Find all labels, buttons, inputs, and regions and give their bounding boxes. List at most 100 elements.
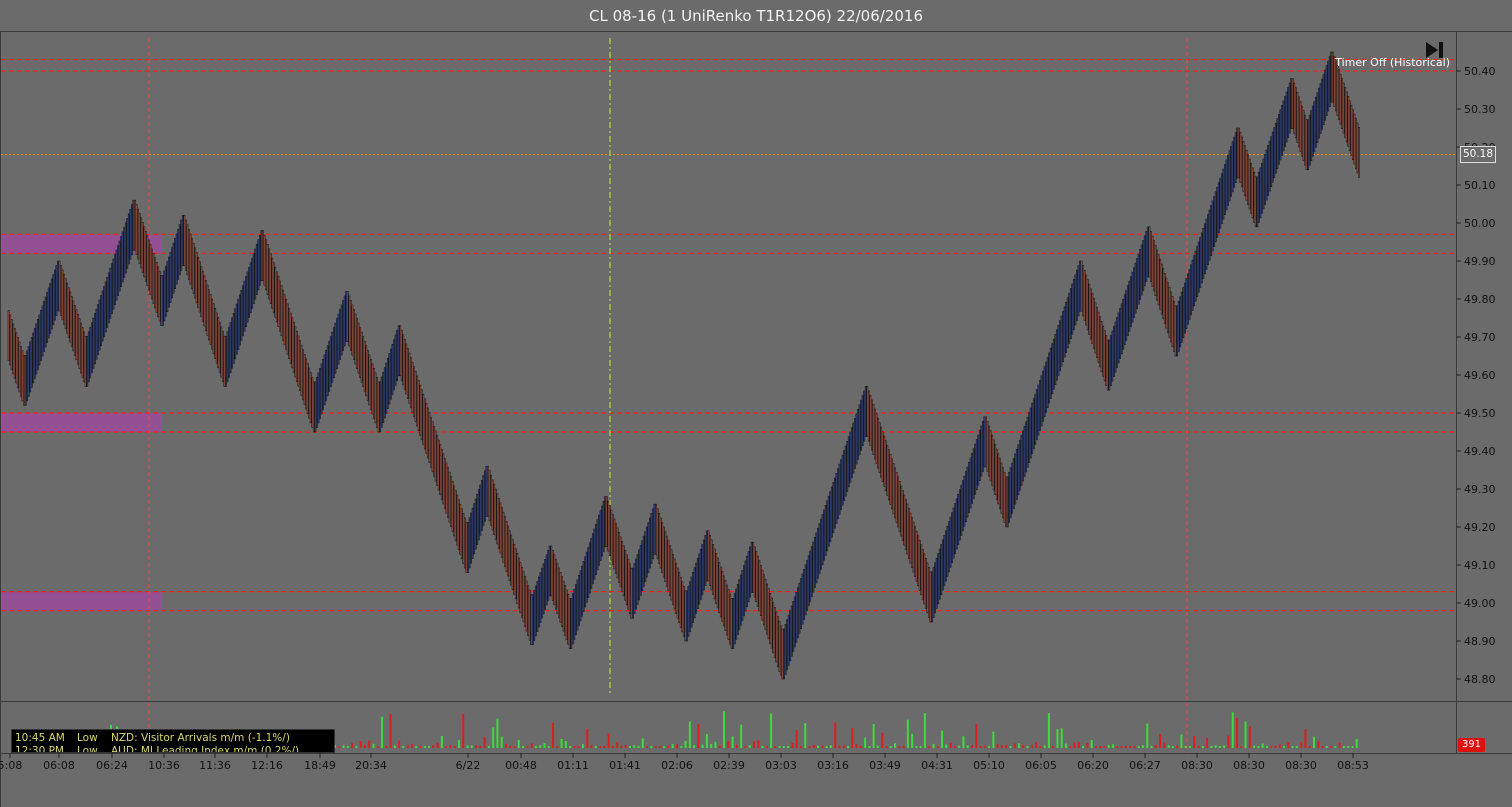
up-bar — [689, 581, 691, 633]
up-bar — [336, 318, 338, 369]
down-bar — [186, 224, 189, 276]
up-bar — [598, 514, 600, 566]
volume-bar — [748, 745, 751, 748]
down-bar — [198, 261, 201, 313]
down-bar — [1358, 127, 1360, 178]
up-bar — [1048, 352, 1051, 404]
up-bar — [958, 489, 961, 541]
volume-bar — [941, 730, 944, 748]
volume-bar — [778, 745, 781, 748]
down-bar — [208, 289, 210, 341]
up-bar — [1271, 131, 1274, 183]
up-bar — [1031, 403, 1034, 454]
down-bar — [197, 256, 200, 308]
down-bar — [891, 458, 893, 510]
down-bar — [1305, 119, 1308, 171]
volume-bar — [1231, 712, 1234, 748]
up-bar — [473, 503, 476, 555]
down-bar — [192, 242, 195, 294]
up-bar — [945, 530, 947, 582]
y-tick-label: 49.80 — [1464, 293, 1496, 306]
volume-bar — [342, 745, 345, 748]
up-bar — [1234, 132, 1237, 184]
up-bar — [750, 541, 753, 593]
up-bar — [789, 610, 792, 662]
volume-bar — [637, 745, 640, 748]
up-bar — [650, 513, 653, 564]
down-bar — [285, 299, 287, 350]
up-bar — [1200, 232, 1203, 284]
down-bar — [778, 620, 781, 672]
up-bar — [695, 562, 698, 614]
up-bar — [1191, 259, 1194, 311]
y-tick-label: 50.10 — [1464, 179, 1496, 192]
renko-chart[interactable]: 50.4050.3050.2050.1050.0049.9049.8049.70… — [0, 0, 1512, 807]
up-bar — [585, 551, 588, 603]
up-bar — [1281, 105, 1283, 156]
up-bar — [946, 525, 949, 577]
volume-bar — [765, 745, 768, 748]
up-bar — [838, 463, 841, 515]
volume-bar — [868, 745, 871, 748]
down-bar — [499, 502, 502, 554]
down-bar — [221, 331, 224, 383]
down-bar — [665, 535, 668, 587]
volume-bar — [1274, 745, 1277, 748]
news-event: NZD: Visitor Arrivals m/m (-1.1%/) — [111, 732, 290, 744]
volume-bar — [911, 733, 914, 748]
up-bar — [1231, 141, 1234, 193]
down-bar — [399, 325, 402, 377]
down-bar — [1103, 330, 1106, 382]
down-bar — [194, 247, 197, 299]
up-bar — [46, 292, 49, 343]
volume-bar — [799, 745, 802, 748]
up-bar — [792, 601, 795, 652]
volume-bar — [847, 745, 849, 748]
news-ticker[interactable]: 10:45 AM Low NZD: Visitor Arrivals m/m (-1… — [11, 729, 335, 753]
up-bar — [1327, 60, 1330, 112]
volume-bar — [688, 721, 691, 748]
volume-bar — [363, 744, 366, 748]
down-bar — [550, 545, 553, 597]
down-bar — [924, 558, 927, 609]
up-bar — [790, 605, 793, 657]
up-bar — [801, 573, 804, 625]
volume-bar — [855, 744, 858, 748]
up-bar — [584, 556, 587, 608]
down-bar — [903, 494, 906, 546]
volume-bar — [1000, 745, 1003, 748]
up-bar — [225, 335, 227, 387]
up-bar — [127, 213, 130, 265]
up-bar — [1063, 306, 1066, 358]
go-to-end-icon[interactable] — [1424, 40, 1448, 60]
up-bar — [94, 313, 96, 365]
down-bar — [487, 465, 489, 517]
zone-rect — [1, 413, 162, 432]
down-bar — [184, 219, 187, 271]
up-bar — [844, 445, 847, 497]
up-bar — [548, 545, 551, 597]
down-bar — [872, 404, 875, 455]
up-bar — [793, 596, 796, 648]
x-tick-label: 5:08 — [0, 759, 22, 772]
up-bar — [43, 301, 45, 352]
volume-bar — [1325, 745, 1328, 748]
up-bar — [941, 539, 944, 591]
down-bar — [1102, 325, 1105, 377]
down-bar — [1092, 297, 1095, 349]
up-bar — [260, 230, 263, 282]
down-bar — [616, 527, 619, 579]
down-bar — [353, 309, 355, 360]
down-bar — [670, 549, 673, 601]
down-bar — [406, 348, 409, 399]
up-bar — [983, 416, 986, 468]
up-bar — [249, 262, 252, 314]
up-bar — [1177, 300, 1180, 352]
up-bar — [382, 372, 385, 423]
up-bar — [231, 317, 234, 369]
up-bar — [1012, 458, 1015, 509]
down-bar — [866, 386, 869, 437]
down-bar — [1150, 231, 1152, 282]
volume-bar — [902, 745, 905, 748]
down-bar — [684, 590, 687, 642]
